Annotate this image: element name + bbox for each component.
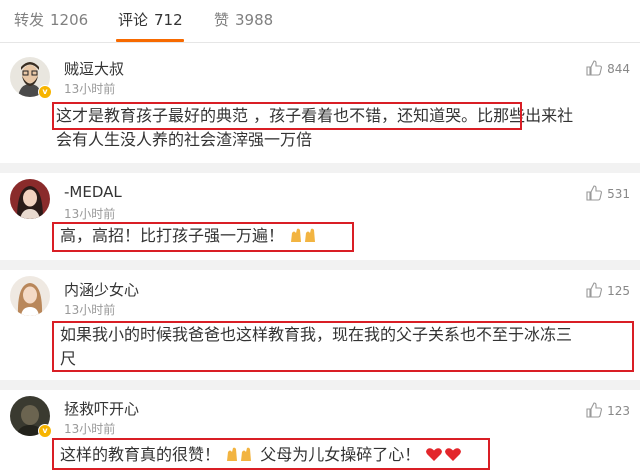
avatar-girl-image bbox=[10, 276, 50, 316]
avatar-woman-image bbox=[10, 179, 50, 219]
tab-comments-label: 评论 bbox=[118, 11, 149, 29]
red-highlight-box bbox=[52, 222, 354, 252]
comment-item: -MEDAL 13小时前 531 高，高招！比打孩子强一万遍！ bbox=[0, 173, 640, 260]
thumbs-up-icon bbox=[586, 60, 603, 76]
comment-separator bbox=[0, 380, 640, 390]
tab-likes-count: 3988 bbox=[235, 11, 274, 29]
verified-badge-icon: v bbox=[38, 85, 52, 99]
tab-reposts[interactable]: 转发 1206 bbox=[14, 9, 88, 30]
comment-separator bbox=[0, 260, 640, 270]
comment-time: 13小时前 bbox=[64, 207, 116, 221]
like-button[interactable]: 531 bbox=[586, 185, 630, 201]
comment-item: v 拯救吓开心 13小时前 123 这样的教育真的很赞！ 父母为儿女操碎了心！ bbox=[0, 390, 640, 476]
like-button[interactable]: 123 bbox=[586, 402, 630, 418]
thumbs-up-icon bbox=[586, 282, 603, 298]
like-count: 123 bbox=[607, 404, 630, 418]
comment-item: 内涵少女心 13小时前 125 如果我小的时候我爸爸也这样教育我，现在我的父子关… bbox=[0, 270, 640, 380]
like-count: 125 bbox=[607, 284, 630, 298]
comment-text-line2: 会有人生没人养的社会渣滓强一万倍 bbox=[56, 130, 313, 149]
comment-username[interactable]: 贼逗大叔 bbox=[64, 58, 124, 79]
thumbs-up-icon bbox=[586, 402, 603, 418]
comment-tab-bar: 转发 1206 评论 712 赞 3988 bbox=[0, 0, 640, 43]
comment-time: 13小时前 bbox=[64, 422, 116, 436]
like-button[interactable]: 844 bbox=[586, 60, 630, 76]
tab-likes[interactable]: 赞 3988 bbox=[214, 9, 273, 30]
comment-username[interactable]: 拯救吓开心 bbox=[64, 398, 139, 419]
like-count: 844 bbox=[607, 62, 630, 76]
like-button[interactable]: 125 bbox=[586, 282, 630, 298]
verified-badge-icon: v bbox=[38, 424, 52, 438]
red-highlight-box bbox=[52, 438, 490, 470]
active-tab-indicator bbox=[116, 39, 184, 42]
comment-time: 13小时前 bbox=[64, 82, 116, 96]
comment-time: 13小时前 bbox=[64, 303, 116, 317]
comment-separator bbox=[0, 163, 640, 173]
comment-item: v 贼逗大叔 13小时前 844 这才是教育孩子最好的典范 ，孩子看着也不错，还… bbox=[0, 43, 640, 163]
avatar[interactable] bbox=[10, 179, 50, 219]
tab-comments[interactable]: 评论 712 bbox=[118, 9, 183, 30]
tab-comments-count: 712 bbox=[154, 11, 183, 29]
comment-username[interactable]: 内涵少女心 bbox=[64, 279, 139, 300]
thumbs-up-icon bbox=[586, 185, 603, 201]
avatar[interactable] bbox=[10, 276, 50, 316]
comment-username[interactable]: -MEDAL bbox=[64, 183, 122, 201]
tab-reposts-count: 1206 bbox=[50, 11, 89, 29]
tab-reposts-label: 转发 bbox=[14, 11, 45, 29]
like-count: 531 bbox=[607, 187, 630, 201]
red-highlight-box bbox=[52, 321, 634, 372]
tab-likes-label: 赞 bbox=[214, 11, 230, 29]
red-highlight-box bbox=[52, 102, 522, 130]
